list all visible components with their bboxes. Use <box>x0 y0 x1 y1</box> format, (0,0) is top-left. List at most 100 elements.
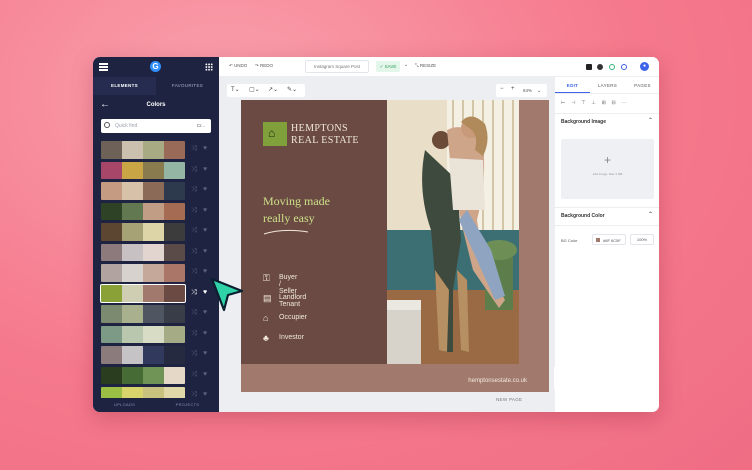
search-input[interactable] <box>115 119 185 133</box>
heart-icon[interactable]: ♥ <box>203 350 207 357</box>
color-swatch[interactable] <box>143 305 164 323</box>
color-swatch[interactable] <box>143 141 164 159</box>
design-canvas[interactable]: ⌂ HEMPTONS REAL ESTATE Moving made reall… <box>241 100 549 392</box>
bg-color-picker[interactable]: #8F 6C5F <box>592 234 626 245</box>
color-swatch[interactable] <box>164 243 185 261</box>
palette-swatches[interactable] <box>101 223 185 241</box>
zoom-value[interactable]: 64% <box>523 88 532 93</box>
shuffle-icon[interactable]: ⤨ <box>191 330 197 338</box>
color-swatch[interactable] <box>143 366 164 384</box>
search-box[interactable]: Cr... <box>101 119 211 133</box>
couple-photo[interactable] <box>387 100 519 364</box>
headline-line1[interactable]: Moving made <box>263 194 330 209</box>
color-swatch[interactable] <box>122 366 143 384</box>
shuffle-icon[interactable]: ⤨ <box>191 268 197 276</box>
shuffle-icon[interactable]: ⤨ <box>191 227 197 235</box>
palette-swatches[interactable] <box>101 366 185 384</box>
color-swatch[interactable] <box>101 366 122 384</box>
color-swatch[interactable] <box>101 161 122 179</box>
zoom-out-button[interactable]: − <box>500 86 504 92</box>
color-swatch[interactable] <box>101 202 122 220</box>
palette-swatches[interactable] <box>101 325 185 343</box>
palette-swatches[interactable] <box>101 305 185 323</box>
palette-swatches[interactable] <box>101 202 185 220</box>
heart-icon[interactable]: ♥ <box>203 330 207 337</box>
color-swatch[interactable] <box>101 284 122 302</box>
chevron-up-icon[interactable]: ⌃ <box>648 117 653 124</box>
palette-row[interactable]: ⤨ ♥ <box>101 161 219 179</box>
heart-icon[interactable]: ♥ <box>203 268 207 275</box>
color-swatch[interactable] <box>122 223 143 241</box>
color-swatch[interactable] <box>122 202 143 220</box>
document-title[interactable]: Instagram Square Post <box>305 60 369 73</box>
color-swatch[interactable] <box>143 202 164 220</box>
tab-layers[interactable]: LAYERS <box>590 77 625 93</box>
heart-icon[interactable]: ♥ <box>203 248 207 255</box>
undo-button[interactable]: ↶ UNDO <box>229 63 247 69</box>
palette-row[interactable]: ⤨ ♥ <box>101 223 219 241</box>
color-swatch[interactable] <box>101 346 122 364</box>
shuffle-icon[interactable]: ⤨ <box>191 186 197 194</box>
save-status-badge[interactable]: ✓ SAVE <box>376 61 400 72</box>
zoom-dropdown-icon[interactable]: ⌄ <box>537 88 541 94</box>
color-swatch[interactable] <box>122 243 143 261</box>
color-swatch[interactable] <box>143 346 164 364</box>
palette-row[interactable]: ⤨ ♥ <box>101 264 219 282</box>
heart-icon[interactable]: ♥ <box>203 166 207 173</box>
shuffle-icon[interactable]: ⤨ <box>191 248 197 256</box>
color-swatch[interactable] <box>122 325 143 343</box>
heart-icon[interactable]: ♥ <box>203 207 207 214</box>
line-tool-icon[interactable]: ↗⌄ <box>268 86 278 93</box>
palette-swatches[interactable] <box>101 161 185 179</box>
color-swatch[interactable] <box>122 182 143 200</box>
color-swatch[interactable] <box>101 182 122 200</box>
headline-line2[interactable]: really easy <box>263 211 315 226</box>
heart-icon[interactable]: ♥ <box>203 186 207 193</box>
chevron-up-icon[interactable]: ⌃ <box>648 211 653 218</box>
palette-row[interactable]: ⤨ ♥ <box>101 182 219 200</box>
shape-tool-icon[interactable]: ▢⌄ <box>249 86 260 93</box>
new-page-button[interactable]: NEW PAGE <box>496 397 522 402</box>
palette-row[interactable]: ⤨ ♥ <box>101 325 219 343</box>
tab-favourites[interactable]: FAVOURITES <box>156 77 219 95</box>
color-swatch[interactable] <box>164 305 185 323</box>
shuffle-icon[interactable]: ⤨ <box>191 289 197 297</box>
website-url[interactable]: hemptonsestate.co.uk <box>468 378 527 384</box>
share-icon[interactable] <box>621 64 627 70</box>
tab-pages[interactable]: PAGES <box>625 77 659 93</box>
brand-name-line2[interactable]: REAL ESTATE <box>291 135 359 146</box>
color-swatch[interactable] <box>164 325 185 343</box>
nav-uploads[interactable]: UPLOADS <box>93 398 156 412</box>
palette-row[interactable]: ⤨ ♥ <box>101 141 219 159</box>
palette-swatches[interactable] <box>100 283 186 303</box>
align-toolbar[interactable]: ⊢ ⊣ ⊤ ⊥ ⊞ ⊟ ⋯ <box>561 100 656 108</box>
palette-swatches[interactable] <box>101 141 185 159</box>
brand-name-line1[interactable]: HEMPTONS <box>291 123 348 134</box>
green-status-icon[interactable] <box>609 64 615 70</box>
tab-elements[interactable]: ELEMENTS <box>93 77 156 95</box>
resize-button[interactable]: ⤡ RESIZE <box>415 63 436 68</box>
tab-edit[interactable]: EDIT <box>555 77 590 93</box>
palette-swatches[interactable] <box>101 243 185 261</box>
heart-icon[interactable]: ♥ <box>203 145 207 152</box>
present-icon[interactable] <box>586 64 592 70</box>
background-image-upload[interactable]: + Add Image, Max 4 MB <box>561 139 654 199</box>
heart-icon[interactable]: ♥ <box>203 289 207 296</box>
color-swatch[interactable] <box>101 264 122 282</box>
color-swatch[interactable] <box>122 284 143 302</box>
heart-icon[interactable]: ♥ <box>203 391 207 398</box>
shuffle-icon[interactable]: ⤨ <box>191 145 197 153</box>
palette-row[interactable]: ⤨ ♥ <box>101 366 219 384</box>
color-swatch[interactable] <box>143 182 164 200</box>
apps-grid-icon[interactable] <box>205 63 213 71</box>
color-swatch[interactable] <box>143 264 164 282</box>
heart-icon[interactable]: ♥ <box>203 309 207 316</box>
color-swatch[interactable] <box>143 325 164 343</box>
color-swatch[interactable] <box>101 141 122 159</box>
color-swatch[interactable] <box>122 346 143 364</box>
color-swatch[interactable] <box>122 264 143 282</box>
bg-opacity-input[interactable]: 100% <box>630 234 654 245</box>
color-swatch[interactable] <box>143 284 164 302</box>
palette-swatches[interactable] <box>101 346 185 364</box>
color-swatch[interactable] <box>122 141 143 159</box>
